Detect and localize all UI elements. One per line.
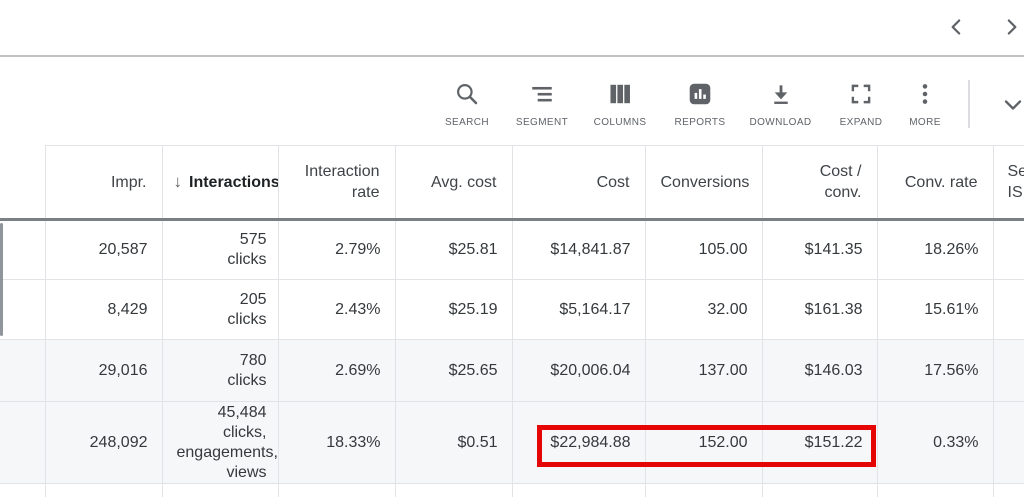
toolbar-buttons: SEARCH SEGMENT COLUMNS REPORTS DOWNLOAD [430, 78, 949, 128]
impressions-cell: 20,587 [45, 220, 162, 280]
pagination-bar [0, 0, 1024, 57]
cost-per-conv-cell: $141.35 [762, 220, 877, 280]
segment-icon [529, 78, 555, 110]
interactions-cell: 45,484 clicks, engagements, views [162, 402, 278, 484]
column-header-interaction-rate[interactable]: Interaction rate [278, 146, 395, 220]
conv-rate-cell: 0.33% [877, 402, 993, 484]
expand-icon [848, 78, 874, 110]
interaction-rate-cell: 2.79% [278, 220, 395, 280]
expand-label: EXPAND [840, 117, 883, 128]
segment-label: SEGMENT [516, 117, 568, 128]
column-header-cost[interactable]: Cost [512, 146, 645, 220]
cost-cell: $20,006.04 [512, 340, 645, 402]
toolbar-divider [968, 80, 970, 128]
column-header-conversions[interactable]: Conversions [645, 146, 762, 220]
total-row: 248,092 45,484 clicks, engagements, view… [0, 402, 1024, 484]
interactions-cell: 205 clicks [162, 280, 278, 340]
columns-icon [607, 78, 633, 110]
header-row: Impr. ↓Interactions Interaction rate Avg… [0, 146, 1024, 220]
cost-cell: $14,841.87 [512, 220, 645, 280]
search-is-cell [993, 220, 1024, 280]
table-toolbar: SEARCH SEGMENT COLUMNS REPORTS DOWNLOAD [0, 59, 1024, 145]
conv-rate-cell: 18.26% [877, 220, 993, 280]
interactions-cell: 575 clicks [162, 220, 278, 280]
search-is-cell [993, 402, 1024, 484]
impressions-cell: 8,429 [45, 280, 162, 340]
reports-label: REPORTS [675, 117, 726, 128]
cost-cell: $5,164.17 [512, 280, 645, 340]
conversions-cell: 105.00 [645, 220, 762, 280]
column-header-search-is[interactable]: Search IS [993, 146, 1024, 220]
chevron-right-icon [998, 14, 1024, 40]
column-header-avg-cost[interactable]: Avg. cost [395, 146, 512, 220]
avg-cost-cell: $25.19 [395, 280, 512, 340]
total-row: 29,016 780 clicks 2.69% $25.65 $20,006.0… [0, 340, 1024, 402]
columns-button[interactable]: COLUMNS [580, 78, 660, 128]
conversions-cell: 137.00 [645, 340, 762, 402]
conversions-cell: 152.00 [645, 402, 762, 484]
cost-per-conv-cell: $146.03 [762, 340, 877, 402]
previous-page-button[interactable] [944, 14, 970, 40]
search-is-cell [993, 280, 1024, 340]
more-dots-icon [912, 78, 938, 110]
column-header-conv-rate[interactable]: Conv. rate [877, 146, 993, 220]
more-label: MORE [909, 117, 941, 128]
cost-per-conv-cell: $151.22 [762, 402, 877, 484]
download-label: DOWNLOAD [749, 117, 811, 128]
download-icon [768, 78, 794, 110]
interaction-rate-cell: 2.69% [278, 340, 395, 402]
interaction-rate-cell: 2.43% [278, 280, 395, 340]
search-button[interactable]: SEARCH [430, 78, 504, 128]
table-row: 8,429 205 clicks 2.43% $25.19 $5,164.17 … [0, 280, 1024, 340]
impressions-cell: 29,016 [45, 340, 162, 402]
avg-cost-cell: $25.81 [395, 220, 512, 280]
collapse-toolbar-button[interactable] [998, 92, 1024, 118]
interactions-cell: 780 clicks [162, 340, 278, 402]
column-header-interactions[interactable]: ↓Interactions [162, 146, 278, 220]
campaign-stats-table: Impr. ↓Interactions Interaction rate Avg… [0, 145, 1024, 497]
chevron-left-icon [944, 14, 970, 40]
sort-descending-icon: ↓ [174, 172, 183, 191]
table-row [0, 484, 1024, 497]
columns-label: COLUMNS [594, 117, 647, 128]
conv-rate-cell: 17.56% [877, 340, 993, 402]
interaction-rate-cell: 18.33% [278, 402, 395, 484]
reports-icon [687, 78, 713, 110]
chevron-down-icon [998, 93, 1024, 117]
column-header-cost-per-conv[interactable]: Cost / conv. [762, 146, 877, 220]
vertical-scrollbar-thumb[interactable] [0, 223, 3, 336]
cost-per-conv-cell: $161.38 [762, 280, 877, 340]
next-page-button[interactable] [998, 14, 1024, 40]
column-header-impressions[interactable]: Impr. [45, 146, 162, 220]
table-row: 20,587 575 clicks 2.79% $25.81 $14,841.8… [0, 220, 1024, 280]
more-button[interactable]: MORE [901, 78, 949, 128]
search-icon [454, 78, 480, 110]
avg-cost-cell: $0.51 [395, 402, 512, 484]
download-button[interactable]: DOWNLOAD [740, 78, 821, 128]
search-is-cell [993, 340, 1024, 402]
conv-rate-cell: 15.61% [877, 280, 993, 340]
avg-cost-cell: $25.65 [395, 340, 512, 402]
search-label: SEARCH [445, 117, 489, 128]
cost-cell: $22,984.88 [512, 402, 645, 484]
reports-button[interactable]: REPORTS [660, 78, 740, 128]
impressions-cell: 248,092 [45, 402, 162, 484]
row-gutter-header [0, 146, 45, 220]
conversions-cell: 32.00 [645, 280, 762, 340]
expand-button[interactable]: EXPAND [821, 78, 901, 128]
segment-button[interactable]: SEGMENT [504, 78, 580, 128]
